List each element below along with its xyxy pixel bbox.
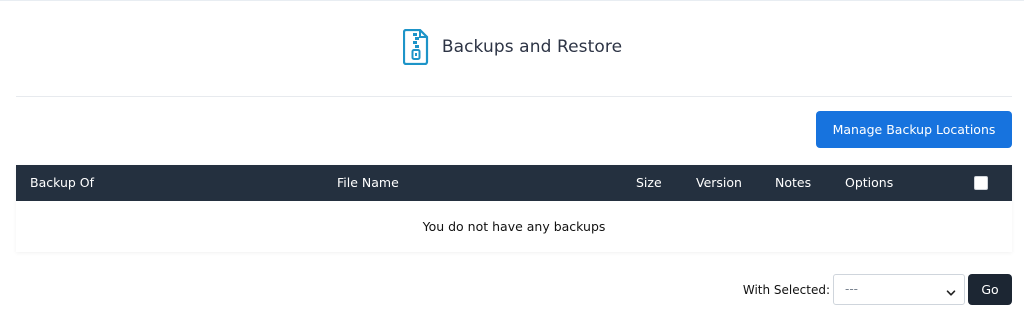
header-divider: [16, 96, 1012, 97]
table-header: Backup Of File Name Size Version Notes O…: [16, 165, 1012, 201]
column-header-options: Options: [845, 175, 894, 190]
select-all-checkbox[interactable]: [974, 176, 988, 190]
column-header-size[interactable]: Size: [636, 165, 662, 201]
empty-table-message: You do not have any backups: [422, 219, 606, 234]
page-title: Backups and Restore: [441, 37, 623, 57]
go-button[interactable]: Go: [968, 274, 1012, 305]
column-header-version[interactable]: Version: [696, 165, 742, 201]
zip-file-icon: [402, 28, 430, 66]
backups-panel: Backups and Restore Manage Backup Locati…: [0, 0, 1024, 320]
backups-table: Backup Of File Name Size Version Notes O…: [16, 165, 1012, 252]
manage-backup-locations-button[interactable]: Manage Backup Locations: [816, 111, 1012, 148]
bulk-action-select[interactable]: ---: [833, 274, 965, 305]
bulk-action-selected-value: ---: [845, 282, 858, 296]
with-selected-label: With Selected:: [742, 283, 830, 297]
column-header-notes[interactable]: Notes: [775, 165, 811, 201]
chevron-down-icon: [946, 285, 956, 296]
page-header: Backups and Restore: [0, 23, 1024, 71]
column-header-file-name[interactable]: File Name: [337, 165, 399, 201]
column-header-backup-of[interactable]: Backup Of: [30, 165, 94, 201]
